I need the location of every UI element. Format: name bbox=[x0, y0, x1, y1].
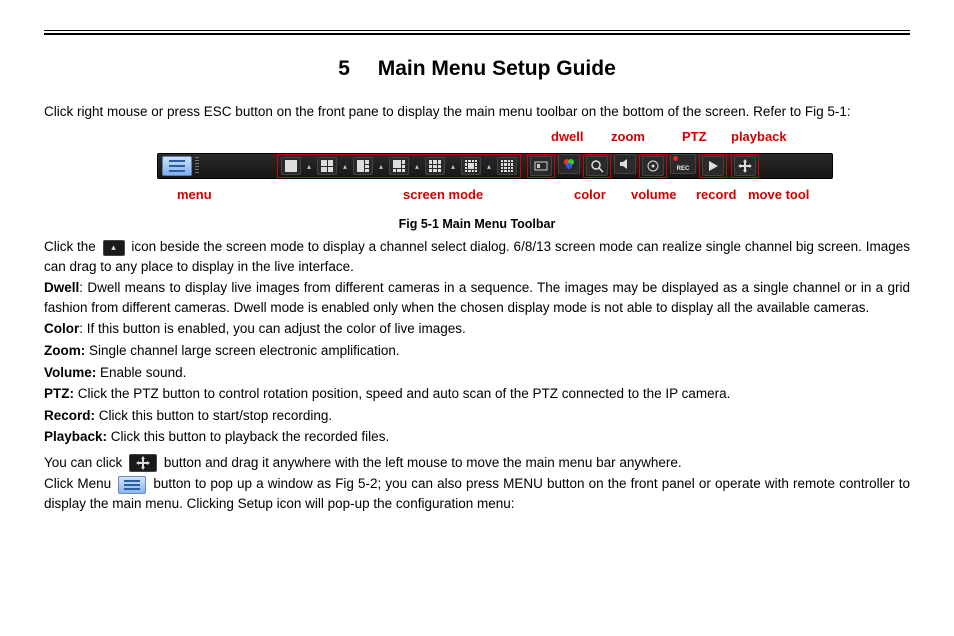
screenmode-13-button[interactable] bbox=[461, 157, 481, 175]
main-menu-toolbar: ▴ ▴ ▴ ▴ ▴ ▴ bbox=[157, 153, 833, 179]
screen-mode-group: ▴ ▴ ▴ ▴ ▴ ▴ bbox=[277, 154, 521, 178]
rec-label: REC bbox=[677, 166, 690, 172]
callout-menu: menu bbox=[177, 187, 212, 202]
paragraph-move: You can click button and drag it anywher… bbox=[44, 453, 910, 473]
callout-zoom: zoom bbox=[611, 129, 645, 144]
text: icon beside the screen mode to display a… bbox=[44, 239, 910, 274]
figure-5-1: dwell zoom PTZ playback ▴ ▴ ▴ ▴ ▴ ▴ bbox=[121, 127, 833, 213]
screenmode-8-button[interactable] bbox=[389, 157, 409, 175]
move-tool-button[interactable] bbox=[734, 156, 756, 176]
playback-button[interactable] bbox=[702, 156, 724, 176]
body-text: Click the ▴ icon beside the screen mode … bbox=[44, 237, 910, 513]
text: button to pop up a window as Fig 5-2; yo… bbox=[44, 476, 910, 511]
paragraph-dwell: Dwell: Dwell means to display live image… bbox=[44, 278, 910, 317]
move-tool-icon bbox=[129, 454, 157, 472]
text: You can click bbox=[44, 455, 126, 470]
chevron-up-icon[interactable]: ▴ bbox=[484, 157, 494, 175]
dwell-button[interactable] bbox=[530, 156, 552, 176]
intro-paragraph: Click right mouse or press ESC button on… bbox=[44, 103, 910, 121]
chevron-up-icon[interactable]: ▴ bbox=[412, 157, 422, 175]
figure-caption: Fig 5-1 Main Menu Toolbar bbox=[44, 217, 910, 231]
paragraph-color: Color: If this button is enabled, you ca… bbox=[44, 319, 910, 339]
screenmode-9-button[interactable] bbox=[425, 157, 445, 175]
chapter-title: Main Menu Setup Guide bbox=[378, 57, 616, 80]
zoom-button[interactable] bbox=[586, 156, 608, 176]
text: button and drag it anywhere with the lef… bbox=[164, 455, 682, 470]
screenmode-4-button[interactable] bbox=[317, 157, 337, 175]
callout-record: record bbox=[696, 187, 736, 202]
text: Click the PTZ button to control rotation… bbox=[74, 386, 730, 401]
chevron-up-icon[interactable]: ▴ bbox=[376, 157, 386, 175]
page-title: 5 Main Menu Setup Guide bbox=[44, 57, 910, 81]
text: : Dwell means to display live images fro… bbox=[44, 280, 910, 315]
label-ptz: PTZ: bbox=[44, 386, 74, 401]
callout-color: color bbox=[574, 187, 606, 202]
menu-button[interactable] bbox=[162, 156, 192, 176]
callout-dwell: dwell bbox=[551, 129, 584, 144]
paragraph-playback: Playback: Click this button to playback … bbox=[44, 427, 910, 447]
label-playback: Playback: bbox=[44, 429, 107, 444]
text: Click Menu bbox=[44, 476, 115, 491]
text: Click this button to start/stop recordin… bbox=[95, 408, 332, 423]
paragraph-ptz: PTZ: Click the PTZ button to control rot… bbox=[44, 384, 910, 404]
screenmode-16-button[interactable] bbox=[497, 157, 517, 175]
screenmode-6-button[interactable] bbox=[353, 157, 373, 175]
chapter-number: 5 bbox=[338, 57, 350, 81]
paragraph-menu: Click Menu button to pop up a window as … bbox=[44, 474, 910, 513]
chevron-up-icon[interactable]: ▴ bbox=[448, 157, 458, 175]
text: Click the bbox=[44, 239, 100, 254]
text: Enable sound. bbox=[96, 365, 186, 380]
color-button[interactable] bbox=[558, 154, 580, 174]
menu-icon bbox=[118, 476, 146, 494]
record-button[interactable]: REC bbox=[670, 154, 696, 174]
volume-button[interactable] bbox=[614, 154, 636, 174]
ptz-button[interactable] bbox=[642, 156, 664, 176]
label-color: Color bbox=[44, 321, 79, 336]
text: Single channel large screen electronic a… bbox=[85, 343, 399, 358]
label-zoom: Zoom: bbox=[44, 343, 85, 358]
label-dwell: Dwell bbox=[44, 280, 79, 295]
paragraph-volume: Volume: Enable sound. bbox=[44, 363, 910, 383]
menu-icon bbox=[169, 160, 185, 172]
drag-handle[interactable] bbox=[195, 157, 199, 175]
chevron-up-icon[interactable]: ▴ bbox=[304, 157, 314, 175]
callout-screenmode: screen mode bbox=[403, 187, 483, 202]
callout-volume: volume bbox=[631, 187, 677, 202]
callout-movetool: move tool bbox=[748, 187, 809, 202]
label-record: Record: bbox=[44, 408, 95, 423]
channel-select-caret-icon: ▴ bbox=[103, 240, 125, 256]
label-volume: Volume: bbox=[44, 365, 96, 380]
paragraph-click-icon: Click the ▴ icon beside the screen mode … bbox=[44, 237, 910, 276]
text: Click this button to playback the record… bbox=[107, 429, 389, 444]
callout-playback: playback bbox=[731, 129, 787, 144]
text: : If this button is enabled, you can adj… bbox=[79, 321, 465, 336]
screenmode-1-button[interactable] bbox=[281, 157, 301, 175]
paragraph-zoom: Zoom: Single channel large screen electr… bbox=[44, 341, 910, 361]
page-rule bbox=[44, 30, 910, 35]
chevron-up-icon[interactable]: ▴ bbox=[340, 157, 350, 175]
callout-ptz: PTZ bbox=[682, 129, 707, 144]
paragraph-record: Record: Click this button to start/stop … bbox=[44, 406, 910, 426]
